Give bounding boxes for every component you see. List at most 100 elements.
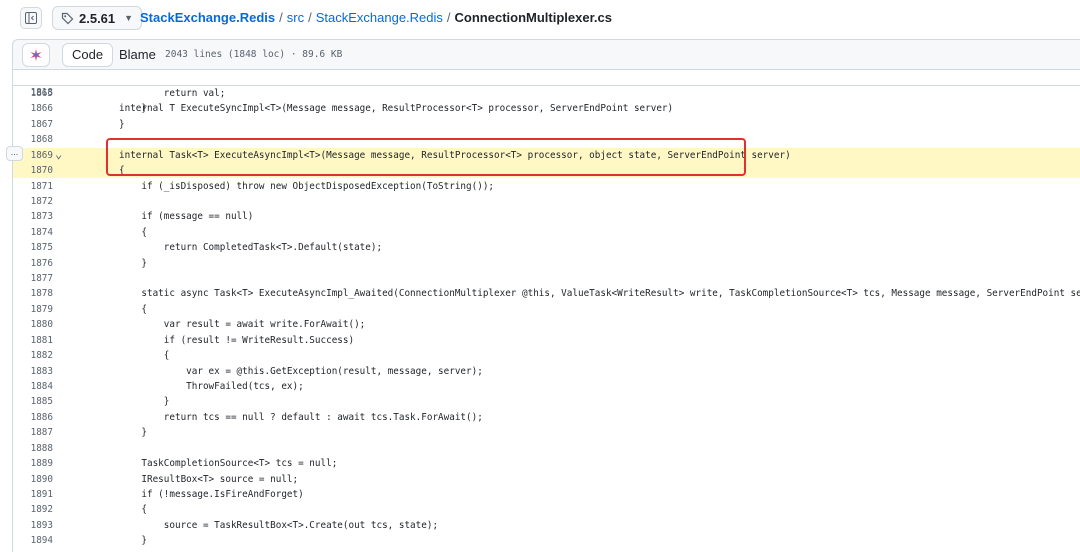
line-number[interactable]: 1883 [13,364,53,379]
code-line[interactable]: 1881 if (result != WriteResult.Success) [13,333,1080,348]
code-text: { [119,226,147,238]
code-line[interactable]: 1876 } [13,256,1080,271]
line-number[interactable]: 1885 [13,394,53,409]
code-line[interactable]: 1887 } [13,425,1080,440]
code-line[interactable]: 1871 if (_isDisposed) throw new ObjectDi… [13,179,1080,194]
line-number[interactable]: 1893 [13,518,53,533]
code-line[interactable]: 1865 return val; [13,86,1080,101]
line-number[interactable]: 1879 [13,302,53,317]
code-text: } [119,103,147,115]
tab-code[interactable]: Code [62,43,114,67]
copilot-sparkle-icon [30,49,42,61]
line-number[interactable]: 1877 [13,271,53,286]
line-number[interactable]: 1872 [13,194,53,209]
code-line[interactable]: 1878 static async Task<T> ExecuteAsyncIm… [13,286,1080,301]
line-number[interactable]: 1870 [13,163,53,178]
file-meta-info: 2043 lines (1848 loc) · 89.6 KB [165,49,343,60]
breadcrumb-src-link[interactable]: src [287,10,304,25]
code-text: source = TaskResultBox<T>.Create(out tcs… [119,519,439,531]
code-line[interactable]: 1889 TaskCompletionSource<T> tcs = null; [13,456,1080,471]
code-text: if (!message.IsFireAndForget) [119,488,304,500]
breadcrumb-project-link[interactable]: StackExchange.Redis [316,10,443,25]
breadcrumb-repo-link[interactable]: StackExchange.Redis [140,10,275,25]
code-line[interactable]: 1873 if (message == null) [13,209,1080,224]
code-line[interactable]: 1870 { [13,163,1080,179]
line-number[interactable]: 1873 [13,209,53,224]
code-line[interactable]: 1890 IResultBox<T> source = null; [13,472,1080,487]
code-text: if (_isDisposed) throw new ObjectDispose… [119,180,495,192]
line-number[interactable]: 1874 [13,225,53,240]
line-number[interactable]: 1892 [13,502,53,517]
line-number[interactable]: 1891 [13,487,53,502]
code-text: { [119,504,147,516]
code-text: } [119,257,147,269]
branch-name: 2.5.61 [79,10,116,26]
code-text: ThrowFailed(tcs, ex); [119,380,304,392]
line-number[interactable]: 1871 [13,179,53,194]
line-number[interactable]: 1880 [13,317,53,332]
code-line[interactable]: 1882 { [13,348,1080,363]
code-text: IResultBox<T> source = null; [119,473,299,485]
branch-selector-button[interactable]: 2.5.61 ▼ [52,6,143,30]
line-number[interactable]: 1890 [13,472,53,487]
line-number[interactable]: 1884 [13,379,53,394]
code-text: TaskCompletionSource<T> tcs = null; [119,458,338,470]
code-text: { [119,165,125,177]
code-text: internal Task<T> ExecuteAsyncImpl<T>(Mes… [119,149,791,161]
code-text: return val; [119,88,226,99]
code-text: } [119,427,147,439]
fold-chevron-icon[interactable]: ⌄ [55,148,62,160]
line-number[interactable]: 1876 [13,256,53,271]
line-number[interactable]: 1889 [13,456,53,471]
code-line[interactable]: 1879 { [13,302,1080,317]
line-number[interactable]: 1878 [13,286,53,301]
code-line[interactable]: 1868 [13,132,1080,147]
tab-blame[interactable]: Blame [119,43,156,67]
line-number[interactable]: 1875 [13,240,53,255]
code-text: var ex = @this.GetException(result, mess… [119,365,483,377]
sidebar-toggle-button[interactable] [20,7,42,29]
code-line[interactable]: 1892 { [13,502,1080,517]
copilot-button[interactable] [22,43,50,67]
line-number[interactable]: 1866 [13,101,53,116]
code-text: return CompletedTask<T>.Default(state); [119,242,383,254]
code-text: { [119,303,147,315]
code-text: if (message == null) [119,211,254,223]
line-number[interactable]: 1887 [13,425,53,440]
code-line[interactable]: 1880 var result = await write.ForAwait()… [13,317,1080,332]
code-line[interactable]: 1894 } [13,533,1080,548]
line-number[interactable]: 1881 [13,333,53,348]
code-line[interactable]: 1883 var ex = @this.GetException(result,… [13,364,1080,379]
line-number[interactable]: 1888 [13,441,53,456]
code-line[interactable]: 1866 } [13,101,1080,116]
code-line[interactable]: 1874 { [13,225,1080,240]
line-number[interactable]: 1882 [13,348,53,363]
file-toolbar: Code Blame 2043 lines (1848 loc) · 89.6 … [12,39,1080,70]
line-number[interactable]: 1867 [13,117,53,132]
code-line[interactable]: 1888 [13,441,1080,456]
sticky-header-line[interactable]: 1818 internal T ExecuteSyncImpl<T>(Messa… [13,70,1080,114]
line-options-button[interactable]: ... [6,146,23,161]
code-line[interactable]: 1869 ⌄ internal Task<T> ExecuteAsyncImpl<T… [13,147,1080,164]
line-number[interactable]: 1886 [13,410,53,425]
code-line[interactable]: 1884 ThrowFailed(tcs, ex); [13,379,1080,394]
code-line[interactable]: 1891 if (!message.IsFireAndForget) [13,487,1080,502]
code-line[interactable]: 1877 [13,271,1080,286]
code-text: return tcs == null ? default : await tcs… [119,411,483,423]
sidebar-collapse-icon [25,12,37,24]
line-number[interactable]: 1865 [13,86,53,101]
code-line[interactable]: 1885 } [13,394,1080,409]
breadcrumb-separator: / [279,10,283,25]
code-line[interactable]: 1886 return tcs == null ? default : awai… [13,410,1080,425]
code-line[interactable]: 1867} [13,117,1080,132]
code-line[interactable]: 1872 [13,194,1080,209]
code-text: } [119,535,147,547]
breadcrumb: StackExchange.Redis / src / StackExchang… [140,10,612,25]
line-number[interactable]: 1894 [13,533,53,548]
code-text: { [119,350,170,362]
code-text: var result = await write.ForAwait(); [119,319,366,331]
top-bar: 2.5.61 ▼ StackExchange.Redis / src / Sta… [0,0,1080,36]
code-line[interactable]: 1875 return CompletedTask<T>.Default(sta… [13,240,1080,255]
code-line[interactable]: 1893 source = TaskResultBox<T>.Create(ou… [13,518,1080,533]
breadcrumb-separator: / [446,10,451,25]
